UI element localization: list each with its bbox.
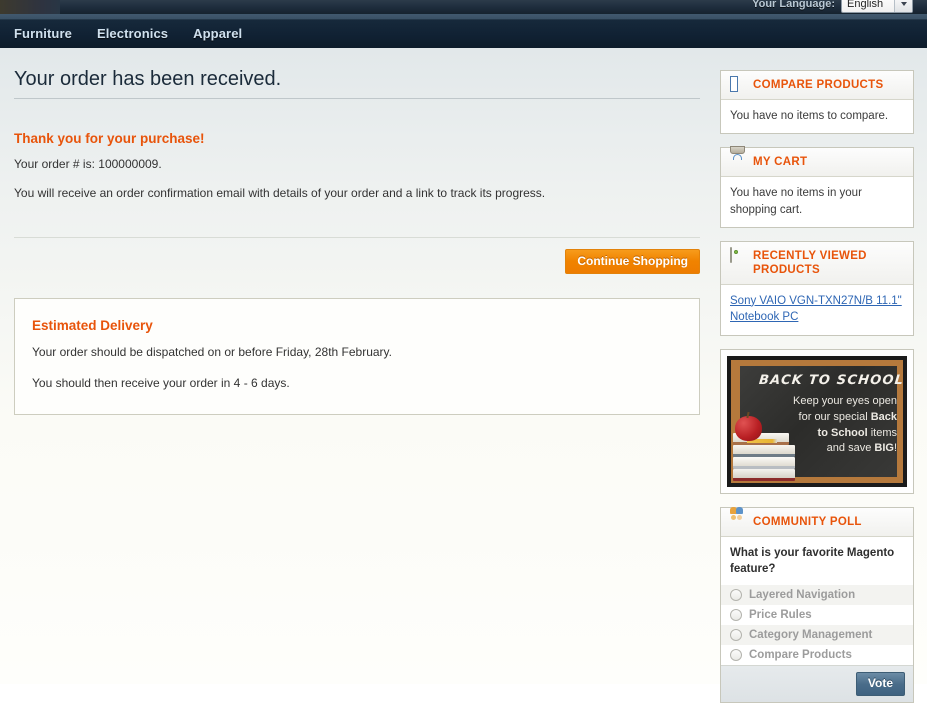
apple-graphic [735, 416, 762, 442]
main-navigation: Furniture Electronics Apparel [0, 20, 927, 48]
banner-line-1: Keep your eyes open [793, 395, 897, 408]
nav-item-furniture[interactable]: Furniture [14, 20, 84, 48]
compare-grid-icon [730, 76, 746, 93]
estimated-delivery-title: Estimated Delivery [32, 318, 153, 334]
banner-line-3b: items [867, 426, 897, 439]
shopping-basket-icon [730, 146, 746, 170]
radio-icon[interactable] [730, 609, 742, 622]
vote-button[interactable]: Vote [855, 672, 905, 697]
poll-option-label: Category Management [749, 629, 873, 642]
language-selected-value: English [847, 0, 884, 10]
compare-products-title: COMPARE PRODUCTS [753, 79, 884, 91]
language-label: Your Language: [752, 0, 835, 10]
banner-headline: BACK TO SCHOOL [758, 373, 905, 389]
poll-option-price-rules[interactable]: Price Rules [721, 605, 913, 626]
my-cart-title: MY CART [753, 156, 808, 169]
banner-line-4b: BIG [874, 442, 894, 455]
banner-line-3a: to School [817, 426, 868, 439]
banner-line-4a: and save [826, 442, 875, 455]
confirmation-email-text: You will receive an order confirmation e… [14, 186, 546, 201]
language-select[interactable]: English [841, 0, 913, 13]
banner-line-2a: for our special [798, 411, 871, 423]
banner-line-2b: Back [870, 411, 897, 423]
poll-option-category-management[interactable]: Category Management [721, 625, 913, 646]
thank-you-heading: Thank you for your purchase! [14, 131, 205, 146]
title-divider [14, 98, 700, 99]
poll-option-label: Layered Navigation [749, 589, 856, 602]
recently-viewed-item-link[interactable]: Sony VAIO VGN-TXN27N/B 11.1" Notebook PC [730, 295, 902, 323]
poll-option-layered-navigation[interactable]: Layered Navigation [721, 585, 913, 606]
my-cart-empty-text: You have no items in your shopping cart. [730, 187, 862, 216]
header-top-bar: Your Language: English [0, 0, 927, 14]
poll-option-label: Compare Products [749, 649, 852, 662]
continue-shopping-button[interactable]: Continue Shopping [565, 248, 700, 275]
delivery-window-text: You should then receive your order in 4 … [32, 375, 290, 390]
language-switcher[interactable]: Your Language: English [752, 0, 913, 13]
recently-viewed-title: RECENTLY VIEWED PRODUCTS [753, 249, 867, 277]
header-left-accent [0, 0, 60, 14]
page-root: Your Language: English Furniture Electro… [0, 0, 927, 704]
chevron-down-icon[interactable] [894, 0, 912, 12]
my-cart-block: MY CART You have no items in your shoppi… [720, 146, 914, 228]
page-title: Your order has been received. [14, 68, 282, 90]
estimated-delivery-box: Estimated Delivery Your order should be … [14, 298, 700, 416]
radio-icon[interactable] [730, 629, 742, 642]
poll-question: What is your favorite Magento feature? [730, 547, 895, 575]
community-poll-block: COMMUNITY POLL What is your favorite Mag… [720, 507, 914, 704]
radio-icon[interactable] [730, 649, 742, 662]
main-content-column: Your order has been received. Thank you … [0, 48, 714, 416]
community-poll-header: COMMUNITY POLL [721, 507, 913, 538]
poll-option-label: Price Rules [749, 609, 812, 622]
compare-products-header: COMPARE PRODUCTS [721, 71, 913, 100]
banner-line-4c: ! [893, 442, 897, 455]
community-poll-title: COMMUNITY POLL [753, 516, 862, 529]
nav-item-electronics[interactable]: Electronics [97, 20, 180, 48]
back-to-school-banner[interactable]: BACK TO SCHOOL Keep your eyes open for o… [720, 349, 914, 495]
compare-products-empty-text: You have no items to compare. [730, 110, 889, 122]
poll-option-compare-products[interactable]: Compare Products [721, 645, 913, 666]
actions-row: Continue Shopping [14, 238, 700, 275]
recently-viewed-list: Sony VAIO VGN-TXN27N/B 11.1" Notebook PC [721, 285, 913, 336]
body-wrapper: Your order has been received. Thank you … [0, 48, 927, 704]
tag-icon [730, 246, 746, 264]
right-sidebar: COMPARE PRODUCTS You have no items to co… [720, 70, 914, 716]
compare-products-block: COMPARE PRODUCTS You have no items to co… [720, 70, 914, 135]
people-icon [730, 507, 746, 530]
my-cart-header: MY CART [721, 146, 913, 178]
recently-viewed-header: RECENTLY VIEWED PRODUCTS [721, 241, 913, 285]
radio-icon[interactable] [730, 589, 742, 602]
nav-item-apparel[interactable]: Apparel [193, 20, 254, 48]
order-number-text: Your order # is: 100000009. [14, 157, 162, 171]
banner-image: BACK TO SCHOOL Keep your eyes open for o… [727, 356, 907, 488]
dispatch-date-text: Your order should be dispatched on or be… [32, 345, 392, 360]
recently-viewed-block: RECENTLY VIEWED PRODUCTS Sony VAIO VGN-T… [720, 240, 914, 337]
